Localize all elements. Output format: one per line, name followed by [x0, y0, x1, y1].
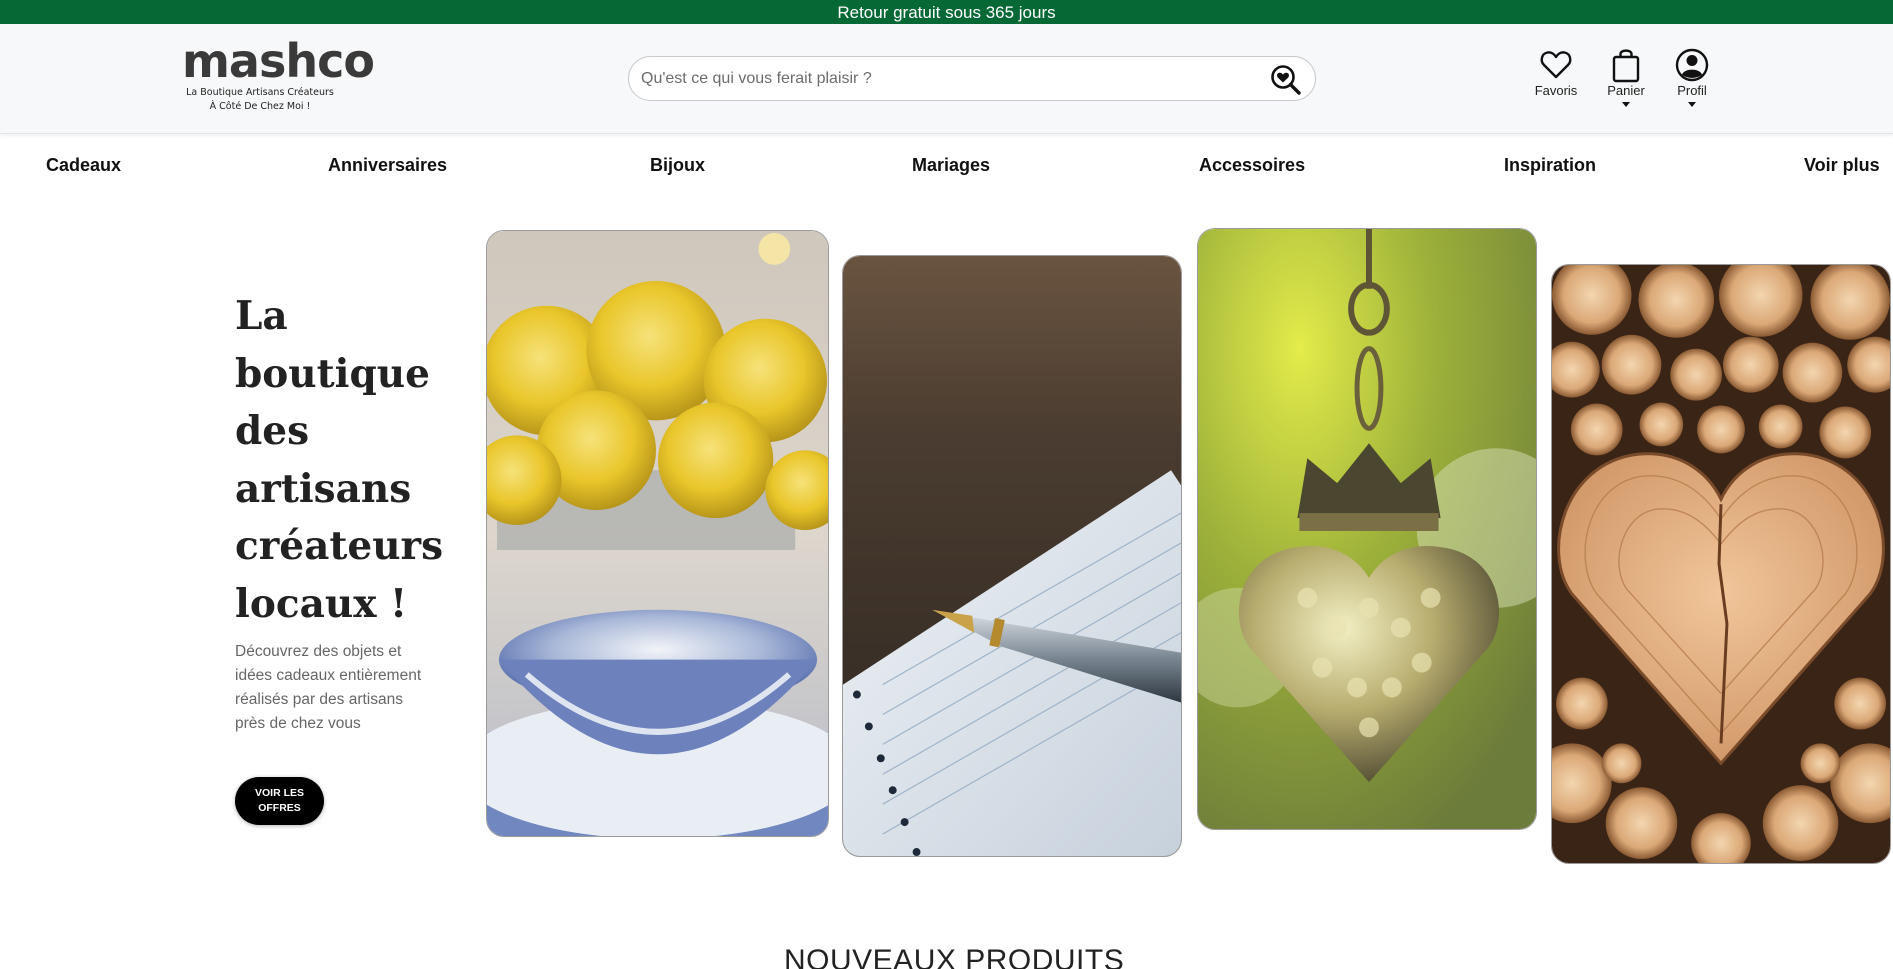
- cart-dropdown-caret-icon: [1622, 102, 1630, 107]
- cart-label: Panier: [1607, 83, 1645, 98]
- nav-item-cadeaux[interactable]: Cadeaux: [46, 155, 121, 176]
- hero-subtitle: Découvrez des objets et idées cadeaux en…: [235, 643, 422, 732]
- search-button[interactable]: [1269, 63, 1303, 97]
- nav-item-voir-plus[interactable]: Voir plus: [1804, 155, 1880, 176]
- hero-title: La boutique des artisans créateurs locau…: [235, 293, 444, 627]
- shopping-bag-icon: [1598, 46, 1654, 84]
- new-products-heading: NOUVEAUX PRODUITS: [784, 944, 1125, 969]
- roses-bowl-image[interactable]: [486, 230, 829, 837]
- nav-item-bijoux[interactable]: Bijoux: [650, 155, 705, 176]
- category-nav: Cadeaux Anniversaires Bijoux Mariages Ac…: [0, 155, 1893, 185]
- profile-dropdown-caret-icon: [1688, 102, 1696, 107]
- wood-logs-heart-image[interactable]: [1551, 264, 1891, 864]
- notebook-pen-image[interactable]: [842, 255, 1182, 857]
- crown-heart-pendant-image[interactable]: [1197, 228, 1537, 830]
- site-header: mashco La Boutique Artisans Créateurs À …: [0, 24, 1893, 134]
- favorites-link[interactable]: Favoris: [1528, 46, 1584, 98]
- logo-tagline-1: La Boutique Artisans Créateurs: [186, 87, 334, 98]
- logo-tagline-2: À Côté De Chez Moi !: [209, 101, 311, 112]
- search-input[interactable]: [641, 67, 1241, 91]
- favorites-label: Favoris: [1534, 83, 1578, 98]
- logo[interactable]: mashco La Boutique Artisans Créateurs À …: [182, 34, 375, 124]
- promo-text: Retour gratuit sous 365 jours: [837, 3, 1056, 22]
- search-heart-icon: [1271, 65, 1301, 95]
- nav-item-mariages[interactable]: Mariages: [912, 155, 990, 176]
- nav-item-anniversaires[interactable]: Anniversaires: [328, 155, 447, 176]
- nav-item-inspiration[interactable]: Inspiration: [1504, 155, 1596, 176]
- heart-icon: [1528, 46, 1584, 84]
- profile-label: Profil: [1677, 83, 1707, 98]
- search-bar: [628, 56, 1316, 101]
- user-profile-icon: [1664, 46, 1720, 84]
- promo-banner: Retour gratuit sous 365 jours: [0, 0, 1893, 24]
- profile-link[interactable]: Profil: [1664, 46, 1720, 107]
- logo-wordmark: mashco: [182, 34, 375, 88]
- view-offers-button[interactable]: VOIR LES OFFRES: [235, 777, 324, 825]
- cart-link[interactable]: Panier: [1598, 46, 1654, 107]
- nav-item-accessoires[interactable]: Accessoires: [1199, 155, 1305, 176]
